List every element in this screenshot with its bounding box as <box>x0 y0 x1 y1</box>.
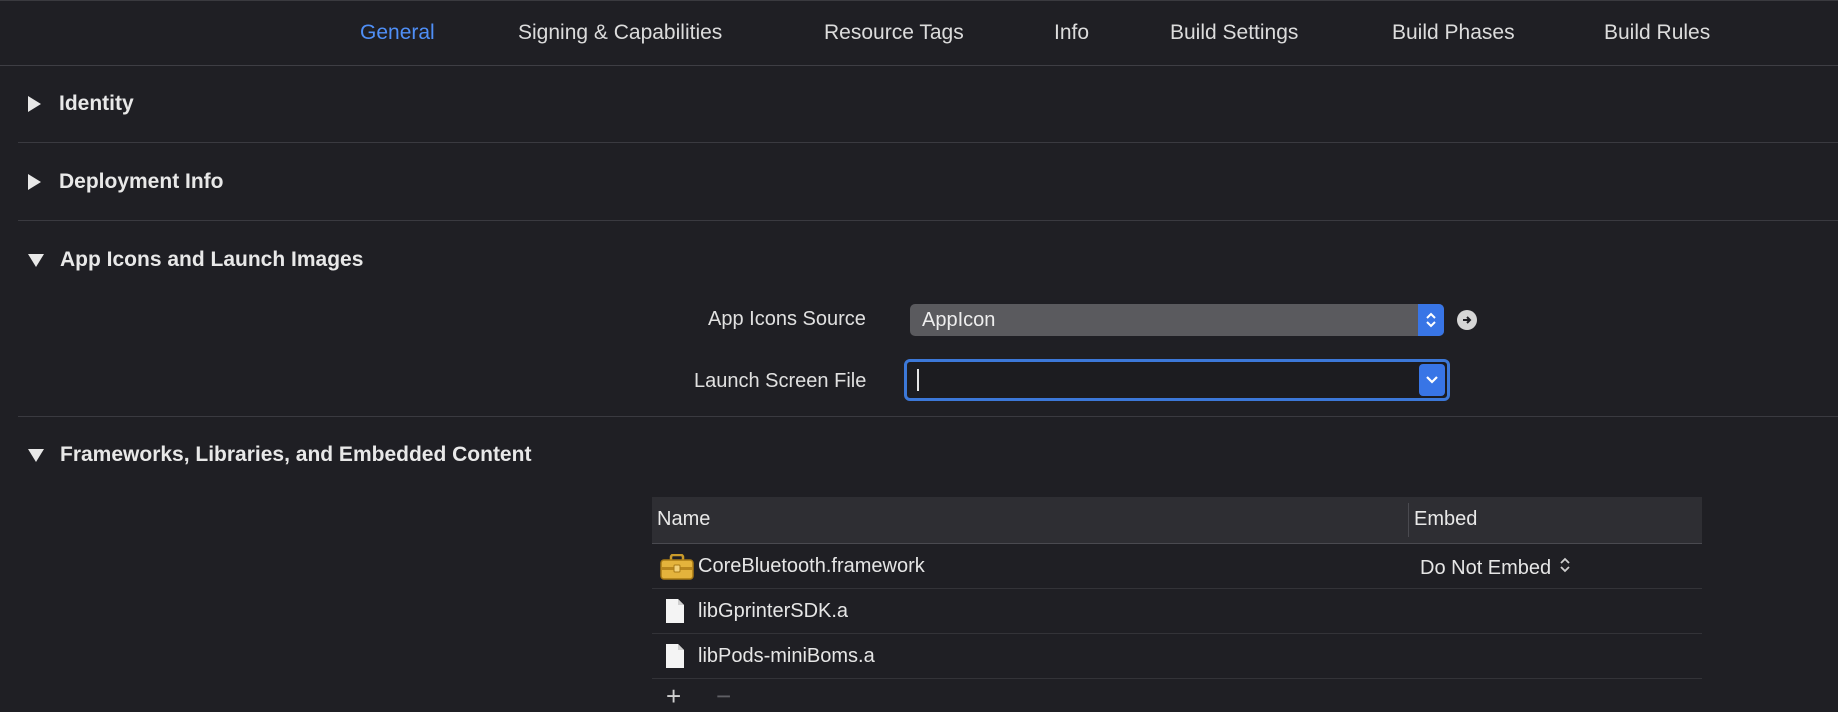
section-title: Deployment Info <box>59 170 224 193</box>
tab-resource-tags[interactable]: Resource Tags <box>824 21 964 45</box>
table-row[interactable]: CoreBluetooth.framework Do Not Embed <box>652 544 1702 589</box>
launch-screen-file-label: Launch Screen File <box>694 370 867 392</box>
disclosure-collapsed-icon <box>28 174 41 190</box>
section-title: Identity <box>59 92 134 115</box>
popup-value: AppIcon <box>922 309 996 331</box>
section-title: Frameworks, Libraries, and Embedded Cont… <box>60 443 532 466</box>
disclosure-collapsed-icon <box>28 96 41 112</box>
library-name: libPods-miniBoms.a <box>698 645 875 667</box>
divider <box>18 416 1838 417</box>
section-identity[interactable]: Identity <box>28 92 134 116</box>
add-button[interactable]: + <box>666 683 681 709</box>
toolbox-icon <box>660 553 694 586</box>
section-title: App Icons and Launch Images <box>60 248 364 271</box>
embed-value: Do Not Embed <box>1420 556 1552 579</box>
embed-popup[interactable]: Do Not Embed <box>1420 555 1571 581</box>
app-icons-source-label: App Icons Source <box>708 308 866 330</box>
tab-build-rules[interactable]: Build Rules <box>1604 21 1710 45</box>
app-icons-source-popup[interactable]: AppIcon <box>910 304 1444 336</box>
disclosure-expanded-icon <box>28 448 44 462</box>
file-icon <box>665 643 685 675</box>
frameworks-table: Name Embed CoreBluetooth.framework Do No… <box>652 497 1702 709</box>
table-row[interactable]: libPods-miniBoms.a <box>652 634 1702 679</box>
tab-signing-capabilities[interactable]: Signing & Capabilities <box>518 21 722 45</box>
divider <box>18 142 1838 143</box>
tab-info[interactable]: Info <box>1054 21 1089 45</box>
section-frameworks[interactable]: Frameworks, Libraries, and Embedded Cont… <box>28 443 531 467</box>
column-header-embed[interactable]: Embed <box>1414 508 1477 531</box>
file-icon <box>665 598 685 630</box>
section-app-icons[interactable]: App Icons and Launch Images <box>28 248 363 272</box>
divider <box>18 220 1838 221</box>
column-header-name[interactable]: Name <box>657 508 710 531</box>
launch-screen-file-combobox[interactable] <box>904 359 1450 401</box>
remove-button[interactable]: − <box>716 683 731 709</box>
tab-build-settings[interactable]: Build Settings <box>1170 21 1298 45</box>
framework-name: CoreBluetooth.framework <box>698 555 925 577</box>
up-down-chevron-icon <box>1559 555 1571 581</box>
chevron-down-icon[interactable] <box>1419 364 1445 396</box>
go-to-asset-arrow-icon[interactable] <box>1457 310 1477 330</box>
editor-tab-bar: General Signing & Capabilities Resource … <box>0 0 1838 66</box>
disclosure-expanded-icon <box>28 253 44 267</box>
table-footer: + − <box>652 679 1702 709</box>
tab-general[interactable]: General <box>360 21 435 45</box>
column-separator <box>1408 503 1409 537</box>
up-down-chevron-icon <box>1418 304 1444 336</box>
text-cursor <box>917 369 919 391</box>
table-header: Name Embed <box>652 497 1702 544</box>
tab-build-phases[interactable]: Build Phases <box>1392 21 1515 45</box>
table-row[interactable]: libGprinterSDK.a <box>652 589 1702 634</box>
section-deployment-info[interactable]: Deployment Info <box>28 170 224 194</box>
library-name: libGprinterSDK.a <box>698 600 849 622</box>
